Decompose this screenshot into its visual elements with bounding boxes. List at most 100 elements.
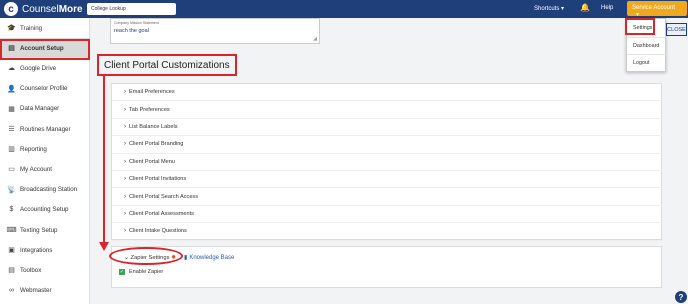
settings-highlight	[625, 18, 655, 35]
accordion-item-label: List Balance Labels	[129, 123, 178, 130]
graduation-cap-icon: 🎓	[7, 25, 16, 32]
app-logo[interactable]: c CounselMore	[4, 2, 83, 16]
annotation-arrow-line	[103, 76, 105, 244]
top-navbar: c CounselMore College Lookup Shortcuts ▾…	[0, 0, 688, 18]
bell-icon[interactable]: 🔔	[580, 3, 590, 13]
sidebar-item-label: Texting Setup	[20, 226, 58, 234]
accordion-item-client-portal-invitations[interactable]: › Client Portal Invitations	[112, 171, 663, 189]
chevron-right-icon: ›	[124, 158, 126, 165]
enable-zapier-label: Enable Zapier	[129, 269, 164, 275]
sidebar-item-counselor-profile[interactable]: 👤 Counselor Profile	[0, 79, 90, 99]
accordion-item-email-preferences[interactable]: › Email Preferences	[112, 84, 663, 102]
sidebar-item-integrations[interactable]: ▣ Integrations	[0, 240, 90, 260]
dropdown-item-dashboard[interactable]: Dashboard	[633, 43, 659, 49]
mission-label: Company Mission Statement	[114, 21, 159, 25]
zapier-highlight	[109, 247, 183, 265]
zapier-panel: ⌄ Zapier Settings ✹	[111, 246, 662, 288]
chevron-right-icon: ›	[124, 193, 126, 200]
sidebar-item-my-account[interactable]: ▭ My Account	[0, 159, 90, 179]
user-icon: 👤	[7, 85, 16, 93]
sidebar: 🎓 Training ▤ Account Setup ☁ Google Drive 👤 Cou…	[0, 18, 90, 304]
sidebar-item-label: Toolbox	[20, 266, 42, 274]
resize-handle-icon[interactable]: ◢	[313, 36, 317, 42]
accordion-item-label: Client Portal Branding	[129, 141, 184, 148]
accordion-item-label: Email Preferences	[129, 89, 175, 96]
help-bubble-icon[interactable]: ?	[675, 291, 687, 303]
sidebar-item-label: Data Manager	[20, 105, 60, 113]
book-icon: ▮	[184, 255, 188, 261]
sidebar-item-label: Counselor Profile	[20, 85, 68, 93]
accordion-item-client-portal-search-access[interactable]: › Client Portal Search Access	[112, 188, 663, 206]
sidebar-item-google-drive[interactable]: ☁ Google Drive	[0, 58, 90, 78]
accordion-item-list-balance-labels[interactable]: › List Balance Labels	[112, 119, 663, 137]
dropdown-divider	[627, 37, 667, 38]
sidebar-item-label: Reporting	[20, 145, 47, 153]
enable-zapier-checkbox[interactable]: ✓	[119, 269, 125, 275]
sidebar-item-broadcasting-station[interactable]: 📡 Broadcasting Station	[0, 180, 90, 200]
mission-value: reach the goal	[114, 28, 149, 34]
sidebar-item-training[interactable]: 🎓 Training	[0, 18, 90, 38]
sidebar-item-accounting-setup[interactable]: $ Accounting Setup	[0, 200, 90, 220]
chevron-right-icon: ›	[124, 176, 126, 183]
account-menu-button[interactable]: Service Account ▾	[627, 1, 687, 18]
chevron-right-icon: ›	[124, 141, 126, 148]
chevron-right-icon: ›	[124, 89, 126, 96]
credit-card-icon: ▭	[8, 166, 15, 174]
sidebar-item-label: Webmaster	[20, 287, 52, 295]
knowledge-base-label: Knowledge Base	[189, 255, 235, 261]
accordion-item-label: Client Intake Questions	[129, 228, 187, 235]
list-icon: ☰	[8, 126, 15, 133]
top-search-input[interactable]: College Lookup	[87, 3, 176, 15]
link-icon: ∞	[9, 287, 14, 295]
sidebar-item-reporting[interactable]: ▥ Reporting	[0, 139, 90, 159]
integrations-icon: ▣	[8, 247, 15, 255]
sidebar-item-label: My Account	[20, 165, 52, 173]
account-setup-highlight	[0, 39, 90, 60]
customizations-panel: › Email Preferences › Tab Preferences › List …	[111, 83, 663, 241]
app-name-bold: More	[58, 3, 83, 15]
account-label: Service Account	[632, 5, 676, 11]
accordion-item-label: Client Portal Invitations	[129, 176, 187, 183]
sidebar-item-label: Accounting Setup	[20, 206, 69, 214]
help-link[interactable]: Help	[601, 5, 613, 11]
accordion-item-label: Client Portal Menu	[129, 158, 176, 165]
keyboard-icon: ⌨	[6, 227, 17, 234]
accordion-item-client-intake-questions[interactable]: › Client Intake Questions	[112, 223, 663, 241]
chart-icon: ▥	[8, 146, 15, 154]
enable-zapier-row[interactable]: ✓ Enable Zapier	[119, 269, 163, 275]
sidebar-item-label: Integrations	[20, 246, 53, 254]
sidebar-item-data-manager[interactable]: ▦ Data Manager	[0, 99, 90, 119]
mission-statement-field[interactable]: Company Mission Statement reach the goal…	[110, 18, 320, 44]
shortcuts-label: Shortcuts	[534, 6, 560, 12]
app-name: CounselMore	[22, 4, 83, 15]
knowledge-base-link[interactable]: ▮ Knowledge Base	[184, 254, 234, 261]
accordion-item-client-portal-menu[interactable]: › Client Portal Menu	[112, 154, 663, 171]
accordion-item-label: Client Portal Search Access	[129, 193, 199, 200]
accordion-item-label: Tab Preferences	[129, 106, 170, 113]
annotation-arrow-head	[99, 242, 109, 251]
broadcast-icon: 📡	[7, 186, 16, 194]
sidebar-item-toolbox[interactable]: ▤ Toolbox	[0, 260, 90, 280]
accordion-item-label: Client Portal Assessments	[129, 210, 194, 217]
sidebar-item-routines-manager[interactable]: ☰ Routines Manager	[0, 119, 90, 139]
title-highlight	[97, 54, 237, 76]
chevron-right-icon: ›	[124, 106, 126, 113]
sidebar-item-texting-setup[interactable]: ⌨ Texting Setup	[0, 220, 90, 240]
cloud-icon: ☁	[8, 65, 15, 73]
sidebar-item-label: Routines Manager	[20, 125, 71, 133]
close-button[interactable]: CLOSE	[666, 23, 687, 36]
accordion-item-tab-preferences[interactable]: › Tab Preferences	[112, 101, 663, 119]
sidebar-item-webmaster[interactable]: ∞ Webmaster	[0, 281, 90, 301]
chevron-down-icon: ▾	[561, 6, 565, 12]
sidebar-item-label: Training	[20, 24, 43, 32]
shortcuts-menu[interactable]: Shortcuts ▾	[534, 5, 564, 12]
chevron-right-icon: ›	[124, 228, 126, 235]
toolbox-icon: ▤	[8, 267, 15, 275]
app-name-plain: Counsel	[22, 3, 59, 15]
chevron-right-icon: ›	[124, 210, 126, 217]
dollar-icon: $	[9, 206, 14, 214]
dropdown-item-logout[interactable]: Logout	[633, 60, 650, 66]
accordion-item-client-portal-assessments[interactable]: › Client Portal Assessments	[112, 206, 663, 224]
sidebar-item-label: Broadcasting Station	[20, 186, 78, 194]
accordion-item-client-portal-branding[interactable]: › Client Portal Branding	[112, 136, 663, 154]
